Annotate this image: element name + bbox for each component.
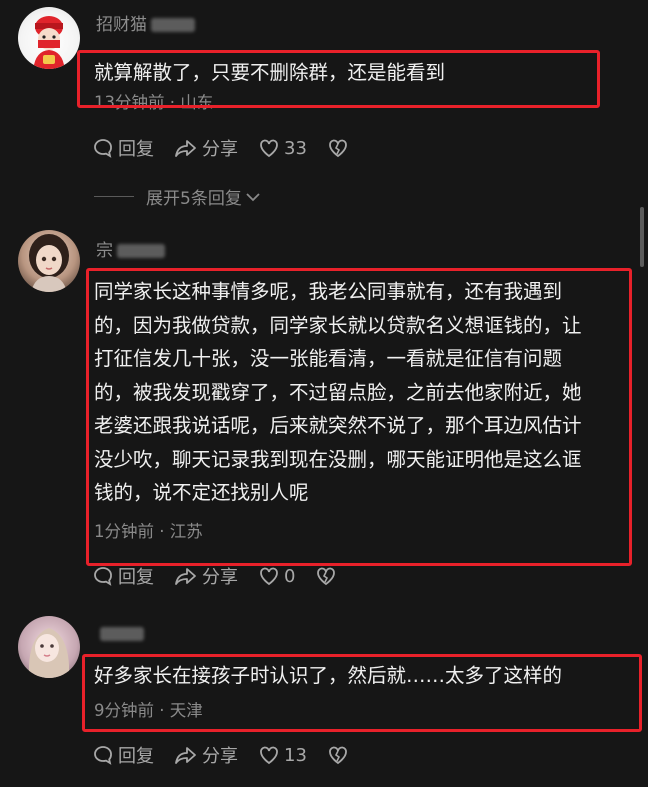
dislike-icon xyxy=(317,567,336,586)
dislike-button[interactable] xyxy=(327,137,353,159)
dislike-icon xyxy=(329,746,347,765)
comment-time: 9分钟前 xyxy=(94,701,154,720)
scrollbar[interactable] xyxy=(640,207,644,267)
share-button[interactable]: 分享 xyxy=(174,135,238,161)
like-count: 0 xyxy=(284,565,296,587)
comment-meta: 1分钟前 · 江苏 xyxy=(94,518,203,542)
comment-time: 1分钟前 xyxy=(94,522,154,541)
share-label: 分享 xyxy=(202,567,238,588)
reply-button[interactable]: 回复 xyxy=(92,563,154,589)
share-icon xyxy=(175,747,196,764)
avatar-doll-figure xyxy=(29,234,69,292)
redacted-name-part xyxy=(151,18,195,32)
dislike-button[interactable] xyxy=(327,744,353,766)
reply-icon xyxy=(94,139,112,158)
like-button[interactable]: 13 xyxy=(258,744,307,766)
meta-separator: · xyxy=(159,522,165,541)
share-button[interactable]: 分享 xyxy=(174,742,238,768)
reply-label: 回复 xyxy=(118,746,154,767)
username[interactable]: 招财猫 xyxy=(96,10,195,35)
comment-actions: 回复 分享 13 xyxy=(92,742,373,768)
avatar[interactable] xyxy=(18,7,80,69)
like-icon xyxy=(260,746,278,765)
share-icon xyxy=(175,140,196,157)
reply-icon xyxy=(94,746,112,765)
dislike-icon xyxy=(329,139,347,158)
share-icon xyxy=(175,568,196,585)
reply-icon xyxy=(94,567,112,586)
avatar[interactable] xyxy=(18,230,80,292)
like-icon xyxy=(260,139,278,158)
redacted-name-part xyxy=(117,244,165,258)
comment-location: 江苏 xyxy=(169,522,203,541)
chevron-down-icon xyxy=(246,192,260,201)
like-button[interactable]: 33 xyxy=(258,137,307,159)
reply-button[interactable]: 回复 xyxy=(92,135,154,161)
share-label: 分享 xyxy=(202,139,238,160)
redacted-name-part xyxy=(100,627,144,641)
username-text: 宗 xyxy=(96,241,113,261)
comment-actions: 回复 分享 33 xyxy=(92,135,373,161)
comment-meta: 9分钟前 · 天津 xyxy=(94,697,203,721)
reply-label: 回复 xyxy=(118,139,154,160)
username[interactable] xyxy=(96,624,144,644)
meta-separator: · xyxy=(159,701,165,720)
avatar-cat-figure xyxy=(33,16,65,69)
expand-label: 展开5条回复 xyxy=(146,189,242,209)
comment-meta: 13分钟前 · 山东 xyxy=(94,89,213,113)
reply-button[interactable]: 回复 xyxy=(92,742,154,768)
username-text: 招财猫 xyxy=(96,15,147,35)
avatar-girl-figure xyxy=(28,628,70,678)
meta-separator: · xyxy=(169,93,175,112)
like-count: 13 xyxy=(284,744,307,766)
comment-text: 好多家长在接孩子时认识了，然后就……太多了这样的 xyxy=(94,664,563,687)
comment-text: 就算解散了，只要不删除群，还是能看到 xyxy=(94,61,446,84)
dislike-button[interactable] xyxy=(315,565,341,587)
comment-location: 山东 xyxy=(180,93,214,112)
expand-replies-button[interactable]: 展开5条回复 xyxy=(94,184,262,209)
like-count: 33 xyxy=(284,137,307,159)
reply-label: 回复 xyxy=(118,567,154,588)
like-button[interactable]: 0 xyxy=(258,565,295,587)
share-label: 分享 xyxy=(202,746,238,767)
share-button[interactable]: 分享 xyxy=(174,563,238,589)
comment-time: 13分钟前 xyxy=(94,93,165,112)
comment-location: 天津 xyxy=(169,701,203,720)
like-icon xyxy=(260,567,278,586)
comment-text: 同学家长这种事情多呢，我老公同事就有，还有我遇到 的，因为我做贷款，同学家长就以… xyxy=(94,280,582,504)
username[interactable]: 宗 xyxy=(96,236,165,261)
avatar[interactable] xyxy=(18,616,80,678)
comment-actions: 回复 分享 0 xyxy=(92,563,361,589)
expand-line xyxy=(94,196,134,197)
